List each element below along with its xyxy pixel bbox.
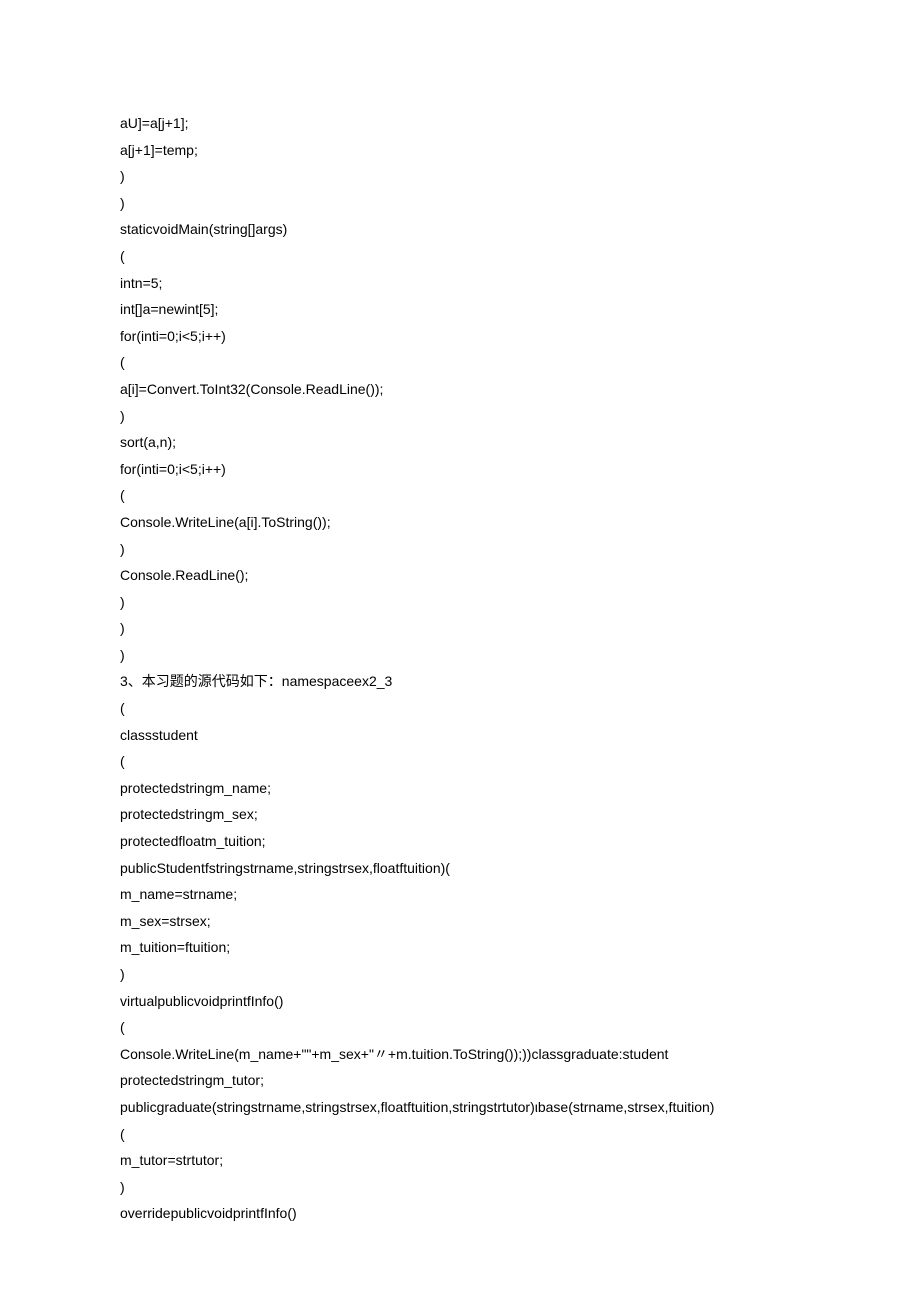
code-line: protectedstringm_tutor; bbox=[120, 1067, 800, 1094]
code-line: ) bbox=[120, 1174, 800, 1201]
code-line: ) bbox=[120, 190, 800, 217]
code-line: ( bbox=[120, 482, 800, 509]
code-line: a[i]=Convert.ToInt32(Console.ReadLine())… bbox=[120, 376, 800, 403]
code-line: Console.WriteLine(a[i].ToString()); bbox=[120, 509, 800, 536]
code-line: aU]=a[j+1]; bbox=[120, 110, 800, 137]
code-line: virtualpublicvoidprintfInfo() bbox=[120, 988, 800, 1015]
code-line: classstudent bbox=[120, 722, 800, 749]
code-line: m_tuition=ftuition; bbox=[120, 934, 800, 961]
code-line: ) bbox=[120, 615, 800, 642]
code-line: ( bbox=[120, 1014, 800, 1041]
code-line: Console.ReadLine(); bbox=[120, 562, 800, 589]
code-line: protectedstringm_sex; bbox=[120, 801, 800, 828]
code-line: sort(a,n); bbox=[120, 429, 800, 456]
code-line: ( bbox=[120, 1121, 800, 1148]
code-line: ( bbox=[120, 748, 800, 775]
code-line: ) bbox=[120, 961, 800, 988]
code-line: ) bbox=[120, 589, 800, 616]
code-line: for(inti=0;i<5;i++) bbox=[120, 323, 800, 350]
code-line: overridepublicvoidprintfInfo() bbox=[120, 1200, 800, 1227]
code-line: publicStudentfstringstrname,stringstrsex… bbox=[120, 855, 800, 882]
code-line: m_tutor=strtutor; bbox=[120, 1147, 800, 1174]
document-page: aU]=a[j+1]; a[j+1]=temp; ) ) staticvoidM… bbox=[0, 0, 920, 1307]
code-line: ( bbox=[120, 349, 800, 376]
code-line: ( bbox=[120, 243, 800, 270]
code-line: Console.WriteLine(m_name+""+m_sex+"〃+m.t… bbox=[120, 1041, 800, 1068]
code-line: 3、本习题的源代码如下：namespaceex2_3 bbox=[120, 668, 800, 695]
code-line: for(inti=0;i<5;i++) bbox=[120, 456, 800, 483]
code-line: ) bbox=[120, 403, 800, 430]
code-line: protectedstringm_name; bbox=[120, 775, 800, 802]
code-line: ) bbox=[120, 536, 800, 563]
code-line: ) bbox=[120, 642, 800, 669]
code-line: m_sex=strsex; bbox=[120, 908, 800, 935]
code-line: intn=5; bbox=[120, 270, 800, 297]
code-line: ( bbox=[120, 695, 800, 722]
code-line: publicgraduate(stringstrname,stringstrse… bbox=[120, 1094, 800, 1121]
code-line: protectedfloatm_tuition; bbox=[120, 828, 800, 855]
code-line: int[]a=newint[5]; bbox=[120, 296, 800, 323]
code-line: m_name=strname; bbox=[120, 881, 800, 908]
code-line: ) bbox=[120, 163, 800, 190]
code-line: a[j+1]=temp; bbox=[120, 137, 800, 164]
code-line: staticvoidMain(string[]args) bbox=[120, 216, 800, 243]
